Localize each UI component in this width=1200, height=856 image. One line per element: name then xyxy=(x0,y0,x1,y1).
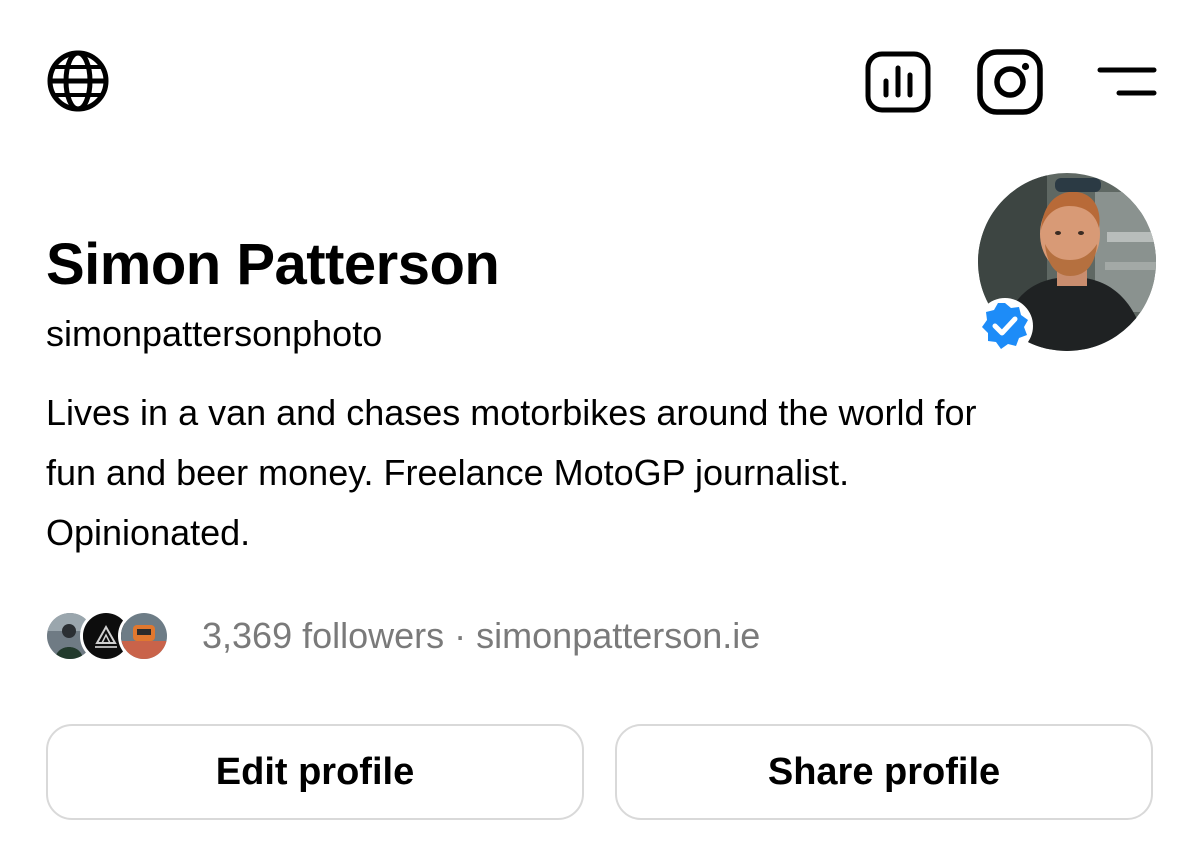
profile-name: Simon Patterson xyxy=(46,232,500,297)
separator-dot: · xyxy=(454,615,467,656)
bio-line: Opinionated. xyxy=(46,512,251,553)
followers-info: 3,369 followers · simonpatterson.ie xyxy=(202,614,760,658)
website-link[interactable]: simonpatterson.ie xyxy=(476,615,760,656)
profile-bio: Lives in a van and chases motorbikes aro… xyxy=(46,383,1176,563)
bio-line: Lives in a van and chases motorbikes aro… xyxy=(46,392,977,433)
menu-icon[interactable] xyxy=(1097,64,1157,100)
share-profile-button[interactable]: Share profile xyxy=(615,724,1153,820)
follower-avatar xyxy=(118,610,170,662)
insights-icon[interactable] xyxy=(865,51,931,113)
follower-avatars[interactable] xyxy=(44,610,176,662)
bio-line: fun and beer money. Freelance MotoGP jou… xyxy=(46,452,850,493)
globe-icon[interactable] xyxy=(46,49,110,113)
followers-row: 3,369 followers · simonpatterson.ie xyxy=(44,608,760,664)
verified-badge-icon xyxy=(977,298,1033,354)
edit-profile-button[interactable]: Edit profile xyxy=(46,724,584,820)
profile-handle: simonpattersonphoto xyxy=(46,313,383,354)
followers-count[interactable]: 3,369 followers xyxy=(202,615,444,656)
instagram-icon[interactable] xyxy=(977,49,1043,115)
